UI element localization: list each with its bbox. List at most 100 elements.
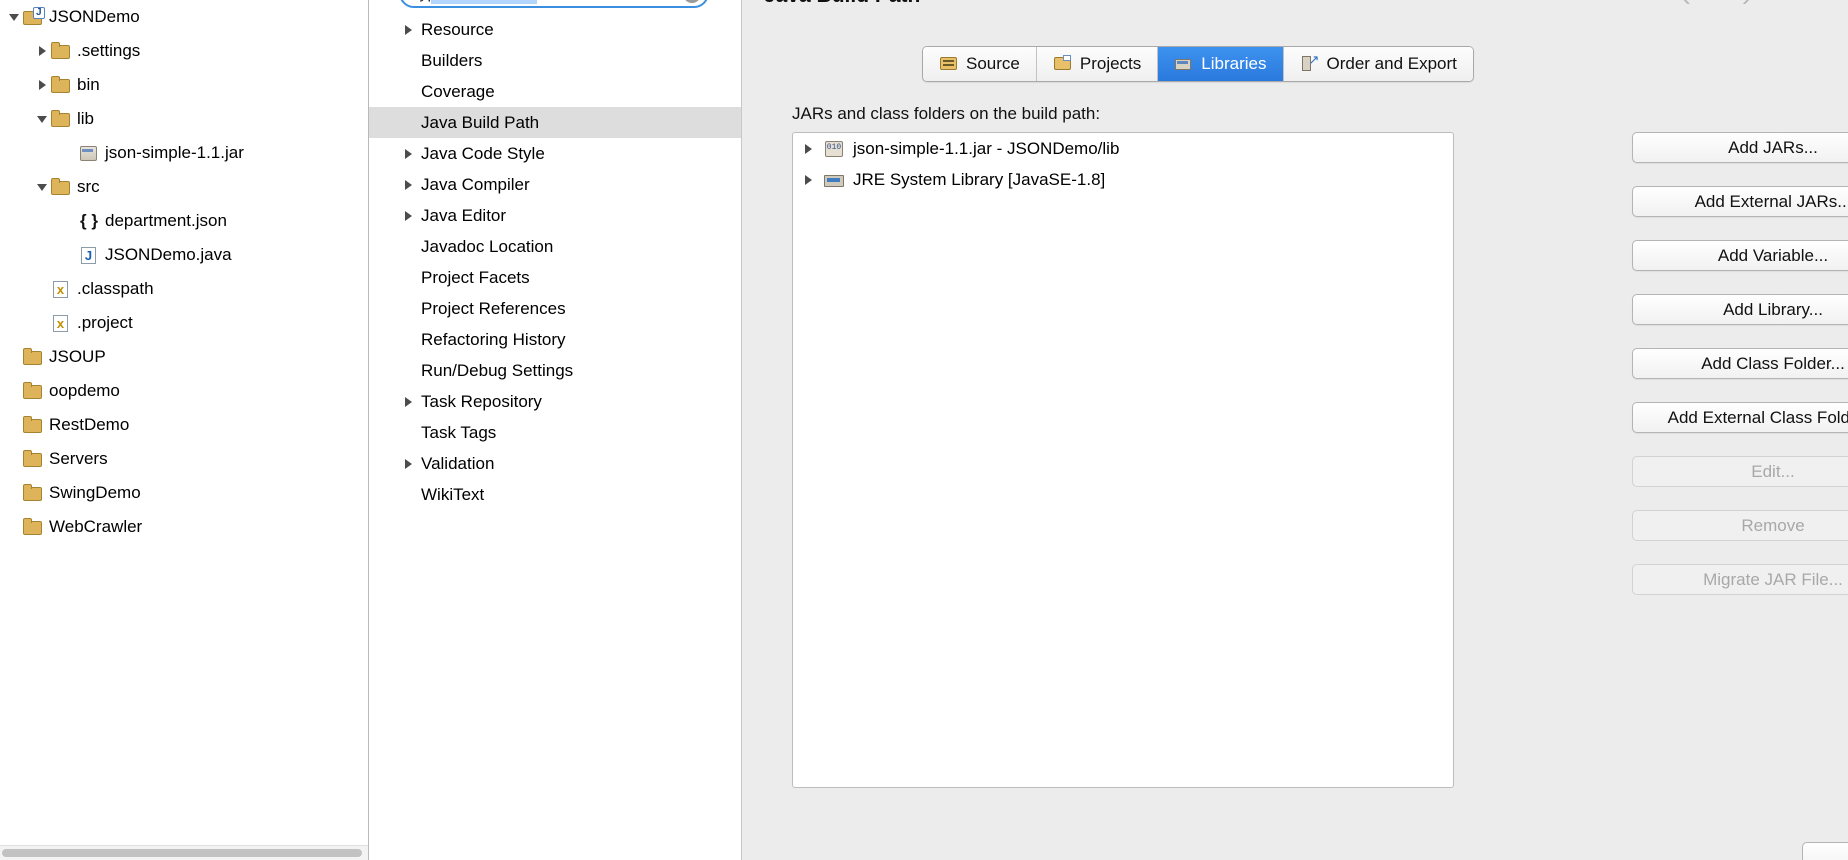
- twisty-right-icon[interactable]: [805, 144, 823, 154]
- build-path-entry-label: json-simple-1.1.jar - JSONDemo/lib: [853, 138, 1120, 158]
- twisty-down-icon[interactable]: [6, 0, 22, 34]
- page-title: Java Build Path: [764, 0, 920, 8]
- preferences-item-label: Javadoc Location: [421, 236, 554, 256]
- tree-item[interactable]: JSOUP: [0, 340, 368, 374]
- tree-item[interactable]: JSONDemo: [0, 0, 368, 34]
- add-class-folder-button[interactable]: Add Class Folder...: [1632, 348, 1848, 379]
- tree-item[interactable]: lib: [0, 102, 368, 136]
- add-library-button[interactable]: Add Library...: [1632, 294, 1848, 325]
- preferences-item[interactable]: Java Compiler: [369, 169, 741, 200]
- preferences-item[interactable]: Refactoring History: [369, 324, 741, 355]
- tree-item[interactable]: .settings: [0, 34, 368, 68]
- add-jars-button[interactable]: Add JARs...: [1632, 132, 1848, 163]
- preferences-item-label: Resource: [421, 19, 494, 39]
- preferences-item[interactable]: Resource: [369, 14, 741, 45]
- twisty-down-icon[interactable]: [34, 102, 50, 136]
- build-path-tabs[interactable]: Source Projects Libraries Order and Export: [922, 46, 1474, 82]
- build-path-entry[interactable]: JRE System Library [JavaSE-1.8]: [793, 164, 1453, 195]
- twisty-right-icon[interactable]: [34, 34, 50, 68]
- preferences-item-label: Java Editor: [421, 205, 507, 225]
- tree-item[interactable]: { } department.json: [0, 204, 368, 238]
- tree-item-label: oopdemo: [49, 381, 120, 400]
- build-path-buttons: Add JARs... Add External JARs... Add Varia…: [1632, 132, 1848, 618]
- explorer-horizontal-scrollbar[interactable]: [0, 845, 368, 860]
- tree-item[interactable]: RestDemo: [0, 408, 368, 442]
- preferences-item[interactable]: Run/Debug Settings: [369, 355, 741, 386]
- twisty-right-icon[interactable]: [405, 25, 421, 35]
- preferences-item[interactable]: Project Facets: [369, 262, 741, 293]
- tree-item-label: .project: [77, 313, 133, 332]
- twisty-placeholder: [62, 238, 78, 272]
- migrate-jar-file-button: Migrate JAR File...: [1632, 564, 1848, 595]
- preferences-item-label: Builders: [421, 50, 483, 70]
- twisty-right-icon[interactable]: [405, 149, 421, 159]
- preferences-item[interactable]: Task Tags: [369, 417, 741, 448]
- preferences-tree[interactable]: Resource Builders Coverage Java Build Path J…: [369, 14, 741, 510]
- preferences-item[interactable]: Task Repository: [369, 386, 741, 417]
- preferences-item[interactable]: Coverage: [369, 76, 741, 107]
- preferences-item[interactable]: Project References: [369, 293, 741, 324]
- tab-label: Source: [966, 54, 1020, 73]
- twisty-right-icon[interactable]: [405, 180, 421, 190]
- twisty-right-icon[interactable]: [34, 68, 50, 102]
- twisty-right-icon[interactable]: [405, 211, 421, 221]
- tab-source[interactable]: Source: [923, 47, 1037, 81]
- tree-item[interactable]: bin: [0, 68, 368, 102]
- project-tree[interactable]: JSONDemo .settings bin lib json-simple-1.1.j…: [0, 0, 368, 544]
- clear-circle-icon[interactable]: ×: [683, 0, 701, 3]
- build-path-list[interactable]: json-simple-1.1.jar - JSONDemo/lib JRE Sy…: [792, 132, 1454, 788]
- list-label: JARs and class folders on the build path…: [792, 104, 1101, 123]
- build-path-entry[interactable]: json-simple-1.1.jar - JSONDemo/lib: [793, 133, 1453, 164]
- folder-icon: [50, 177, 72, 197]
- twisty-placeholder: [62, 204, 78, 238]
- xfile-icon: [50, 313, 72, 333]
- tab-projects[interactable]: Projects: [1036, 47, 1159, 81]
- tree-item-label: WebCrawler: [49, 517, 143, 536]
- twisty-down-icon[interactable]: [34, 170, 50, 204]
- tab-libraries[interactable]: Libraries: [1158, 47, 1284, 81]
- add-external-jars-button[interactable]: Add External JARs...: [1632, 186, 1848, 217]
- tree-item-label: json-simple-1.1.jar: [105, 143, 244, 162]
- tree-item[interactable]: .classpath: [0, 272, 368, 306]
- preferences-item-label: Refactoring History: [421, 329, 566, 349]
- twisty-placeholder: [62, 136, 78, 170]
- preferences-item[interactable]: Java Build Path: [369, 107, 741, 138]
- tree-item-label: JSONDemo.java: [105, 245, 232, 264]
- java-icon: [78, 245, 100, 265]
- projects-folder-icon: [1053, 55, 1073, 73]
- preferences-item[interactable]: Builders: [369, 45, 741, 76]
- tree-item[interactable]: json-simple-1.1.jar: [0, 136, 368, 170]
- chevron-left-icon[interactable]: ‹: [1682, 0, 1691, 13]
- add-variable-button[interactable]: Add Variable...: [1632, 240, 1848, 271]
- filter-text-field[interactable]: type filter text ×: [399, 0, 709, 8]
- tab-label: Projects: [1079, 54, 1142, 73]
- twisty-right-icon[interactable]: [405, 459, 421, 469]
- tree-item[interactable]: JSONDemo.java: [0, 238, 368, 272]
- tree-item[interactable]: SwingDemo: [0, 476, 368, 510]
- tree-item[interactable]: WebCrawler: [0, 510, 368, 544]
- filter-text-value: type filter text: [415, 0, 510, 4]
- tree-item-label: SwingDemo: [49, 483, 141, 502]
- preferences-item-label: WikiText: [421, 484, 485, 504]
- tree-item[interactable]: .project: [0, 306, 368, 340]
- tree-item[interactable]: oopdemo: [0, 374, 368, 408]
- tree-item[interactable]: src: [0, 170, 368, 204]
- tree-item[interactable]: Servers: [0, 442, 368, 476]
- preferences-item[interactable]: Java Editor: [369, 200, 741, 231]
- projfolder-icon: [22, 7, 45, 27]
- tab-label: Libraries: [1201, 54, 1267, 73]
- apply-button[interactable]: Apply: [1802, 842, 1848, 860]
- preferences-item[interactable]: Validation: [369, 448, 741, 479]
- braces-icon: { }: [80, 211, 98, 230]
- preferences-item[interactable]: WikiText: [369, 479, 741, 510]
- twisty-right-icon[interactable]: [405, 397, 421, 407]
- preferences-item[interactable]: Javadoc Location: [369, 231, 741, 262]
- add-external-class-folder-button[interactable]: Add External Class Folder...: [1632, 402, 1848, 433]
- scrollbar-thumb[interactable]: [2, 849, 362, 857]
- twisty-right-icon[interactable]: [805, 175, 823, 185]
- tab-order-and-export[interactable]: Order and Export: [1283, 47, 1473, 81]
- preferences-item-label: Task Tags: [421, 422, 497, 442]
- preferences-item-label: Task Repository: [421, 391, 542, 411]
- chevron-right-icon[interactable]: ›: [1742, 0, 1751, 13]
- preferences-item[interactable]: Java Code Style: [369, 138, 741, 169]
